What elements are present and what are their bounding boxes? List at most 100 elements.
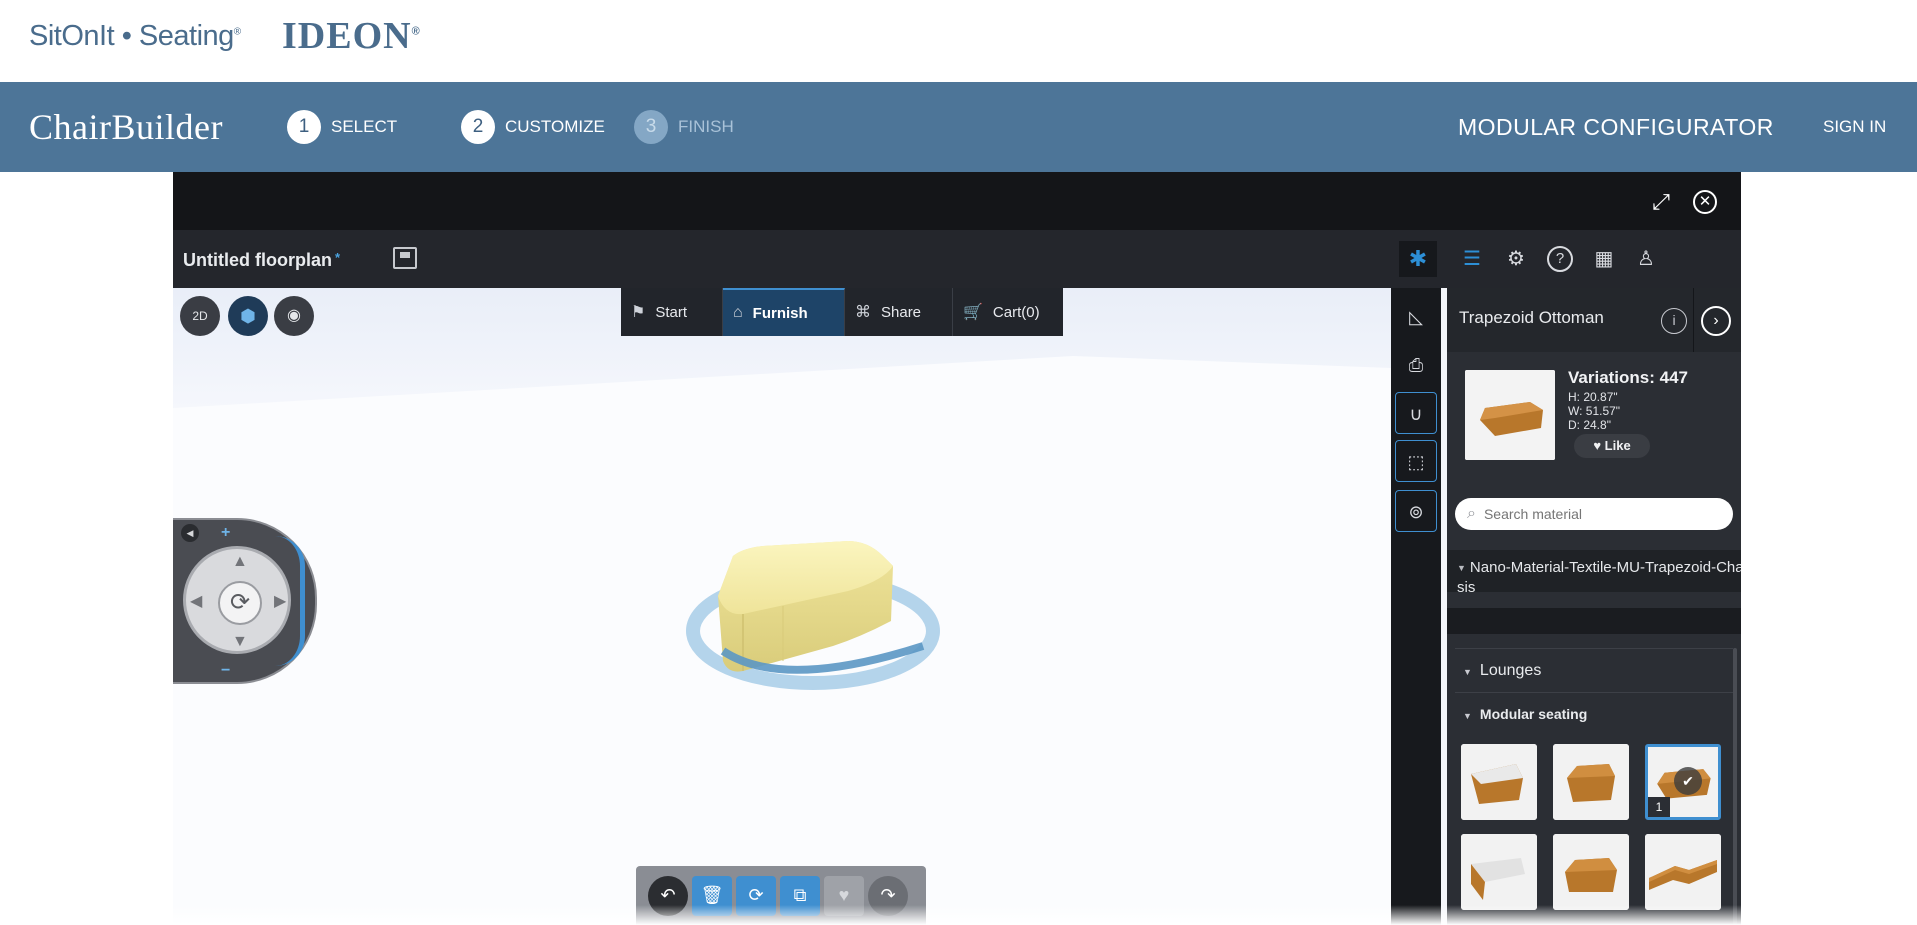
view-3d-button[interactable]: ⬢ [228,296,268,336]
zoom-out-icon[interactable]: − [221,662,230,680]
product-tile[interactable] [1553,834,1629,910]
measure-icon[interactable]: ◺ [1395,296,1437,338]
modular-configurator-title: MODULAR CONFIGURATOR [1458,114,1774,140]
panel-scrollbar[interactable] [1733,648,1737,925]
product-tile[interactable] [1645,834,1721,910]
side-tool-strip: ◺ ⎙ ∪ ⬚ ⊚ [1391,288,1441,925]
sign-in-link[interactable]: SIGN IN [1823,117,1886,137]
tab-cart[interactable]: 🛒 Cart(0) [953,288,1063,336]
step-number: 1 [287,110,321,144]
fullscreen-icon[interactable]: ⤢ [1649,190,1673,214]
step-label: FINISH [678,117,734,136]
category-modular-seating[interactable]: ▼ Modular seating [1463,706,1587,722]
material-search[interactable]: ⌕ [1455,498,1733,530]
trapezoid-ottoman-model[interactable] [633,496,963,706]
variations-count: Variations: 447 [1568,368,1689,387]
step-label: SELECT [331,117,398,136]
magnet-icon[interactable]: ∪ [1395,392,1437,434]
panel-spacer [1447,608,1741,634]
store-icon[interactable]: ▦ [1591,246,1617,272]
app-top-bar: ⤢ ✕ [173,172,1741,230]
camera-navigation-dial[interactable]: ◀ + − ▲ ▼ ◀ ▶ ⟳ [173,518,317,684]
material-selector[interactable]: ▼ Nano-Material-Textile-MU-Trapezoid-Chas… [1447,550,1741,592]
checkmark-icon: ✔ [1674,767,1702,795]
camera-snapshot-icon[interactable]: ⊚ [1395,490,1437,532]
brand-bar: SitOnIt • Seating® IDEON® [0,0,1917,82]
product-tile[interactable] [1461,744,1537,820]
collapse-icon: ▼ [1463,711,1472,721]
divider [1693,288,1694,352]
product-tile[interactable] [1553,744,1629,820]
step-label: CUSTOMIZE [505,117,605,136]
collapse-icon: ▼ [1463,667,1472,677]
list-icon[interactable]: ☰ [1459,246,1485,272]
3d-viewport[interactable]: 2D ⬢ ◉ ⚑ Start ⌂ Furnish ⌘ Share 🛒 Cart(0) ◀… [173,288,1391,925]
pan-pad[interactable]: ▲ ▼ ◀ ▶ ⟳ [183,546,291,654]
tile-count-badge: 1 [1648,797,1670,817]
tab-share[interactable]: ⌘ Share [845,288,953,336]
bottom-fade [0,905,1917,925]
reset-view-icon[interactable]: ⟳ [218,581,262,625]
pan-left-icon[interactable]: ◀ [190,591,202,611]
tab-label: Cart(0) [992,303,1040,321]
pan-right-icon[interactable]: ▶ [274,591,286,611]
category-lounges[interactable]: ▼ Lounges [1463,662,1541,680]
flag-icon: ⚑ [631,304,646,321]
unsaved-indicator: * [334,250,341,265]
step-finish[interactable]: 3 FINISH [634,110,734,144]
floorplan-title[interactable]: Untitled floorplan * [183,250,340,271]
search-material-input[interactable] [1483,506,1704,522]
next-arrow-icon[interactable]: › [1701,306,1731,336]
tab-furnish[interactable]: ⌂ Furnish [723,288,845,336]
chairbuilder-logo[interactable]: ChairBuilder [29,106,223,148]
info-icon[interactable]: i [1661,308,1687,334]
divider [1455,648,1733,649]
product-header: Trapezoid Ottoman i › [1447,288,1741,352]
divider [1455,692,1733,693]
mode-tabs: ⚑ Start ⌂ Furnish ⌘ Share 🛒 Cart(0) [621,288,1063,336]
snowflake-icon[interactable]: ✱ [1399,241,1437,277]
print-icon[interactable]: ⎙ [1395,344,1437,386]
crop-icon[interactable]: ⬚ [1395,440,1437,482]
cart-icon: 🛒 [963,304,983,321]
help-icon[interactable]: ? [1547,246,1573,272]
tab-label: Share [881,303,922,321]
dimension-depth: D: 24.8" [1568,418,1611,432]
ideon-logo[interactable]: IDEON® [282,14,421,58]
product-panel: Trapezoid Ottoman i › Variations: 447 H:… [1447,288,1741,925]
eye-icon[interactable]: ◉ [274,296,314,336]
close-icon[interactable]: ✕ [1693,190,1717,214]
chairbuilder-nav: ChairBuilder 1 SELECT 2 CUSTOMIZE 3 FINI… [0,82,1917,172]
product-name: Trapezoid Ottoman [1459,308,1604,327]
user-icon[interactable]: ♙ [1633,246,1659,272]
configurator-app: ⤢ ✕ Untitled floorplan * ✱ ☰ ⚙ ? ▦ ♙ 2D ⬢… [173,172,1741,925]
zoom-in-icon[interactable]: + [221,524,230,542]
pan-up-icon[interactable]: ▲ [232,553,248,571]
heart-icon: ♥ [1593,438,1602,453]
like-button[interactable]: ♥ Like [1574,434,1650,458]
product-tile-selected[interactable]: ✔ 1 [1645,744,1721,820]
collapse-dial-icon[interactable]: ◀ [181,524,199,542]
step-select[interactable]: 1 SELECT [287,110,397,144]
sitonit-logo[interactable]: SitOnIt • Seating® [29,20,241,53]
tab-label: Furnish [752,304,808,322]
product-thumbnail [1465,370,1555,460]
dimension-height: H: 20.87" [1568,390,1618,404]
view-2d-button[interactable]: 2D [180,296,220,336]
step-customize[interactable]: 2 CUSTOMIZE [461,110,605,144]
app-toolbar: Untitled floorplan * ✱ ☰ ⚙ ? ▦ ♙ [173,230,1741,288]
save-floorplan-icon[interactable] [393,247,417,269]
step-number: 3 [634,110,668,144]
tab-label: Start [655,303,688,321]
search-icon: ⌕ [1467,505,1476,522]
furnish-icon: ⌂ [733,304,743,321]
expand-icon: ▼ [1457,563,1466,574]
dimension-width: W: 51.57" [1568,404,1621,418]
tab-start[interactable]: ⚑ Start [621,288,723,336]
step-number: 2 [461,110,495,144]
gear-icon[interactable]: ⚙ [1503,246,1529,272]
product-tile[interactable] [1461,834,1537,910]
material-name: Nano-Material-Textile-MU-Trapezoid-Chass… [1457,559,1741,592]
pan-down-icon[interactable]: ▼ [232,633,248,651]
share-icon: ⌘ [855,304,871,321]
